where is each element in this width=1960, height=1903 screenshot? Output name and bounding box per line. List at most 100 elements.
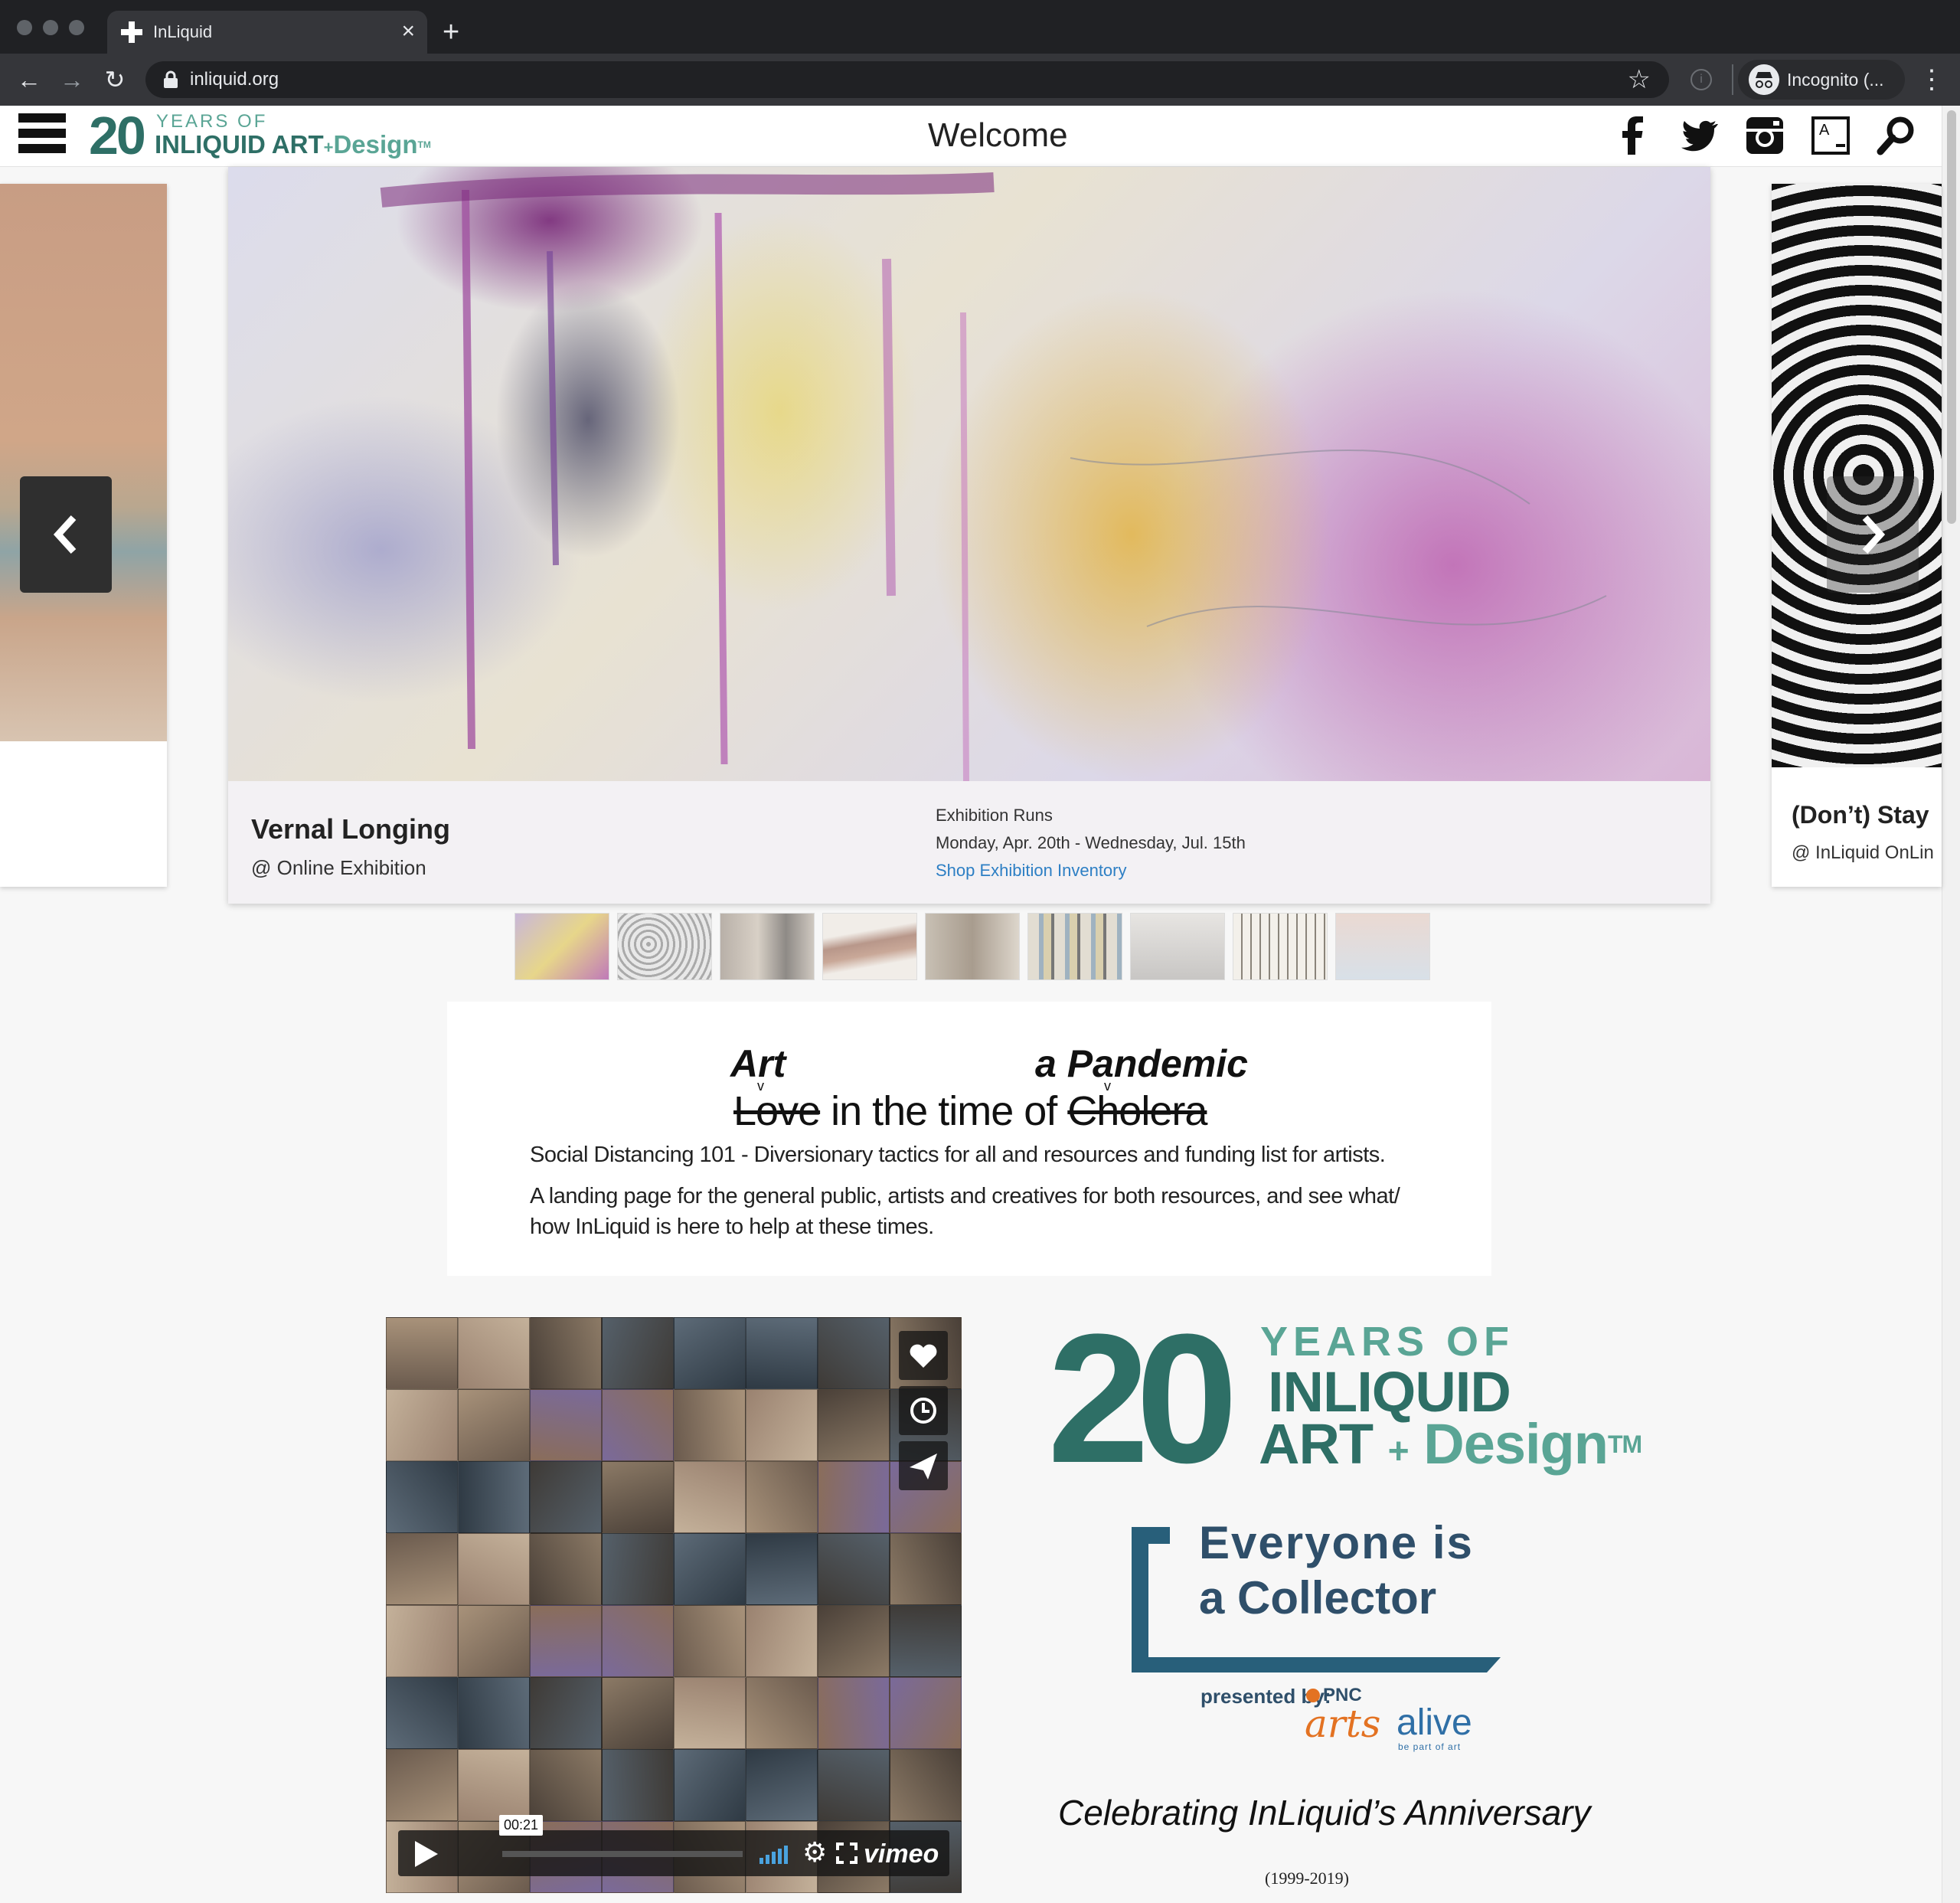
artwork-image	[1772, 184, 1942, 767]
collage-photo	[530, 1749, 602, 1821]
window-controls[interactable]	[17, 20, 84, 35]
collage-photo	[530, 1605, 602, 1677]
chevron-right-icon	[1862, 515, 1886, 554]
lock-icon	[164, 70, 178, 88]
collage-photo	[530, 1533, 602, 1605]
reload-icon[interactable]: ↻	[100, 64, 130, 95]
star-icon[interactable]: ☆	[1628, 64, 1651, 95]
shop-inventory-link[interactable]: Shop Exhibition Inventory	[936, 861, 1127, 881]
favicon-icon	[121, 21, 142, 43]
logo-design: Design	[333, 130, 418, 159]
carousel-thumbnail[interactable]	[822, 913, 917, 980]
tab-title: InLiquid	[153, 22, 213, 41]
back-icon[interactable]: ←	[14, 64, 44, 95]
carousel-thumbnail[interactable]	[617, 913, 712, 980]
carousel-thumbnails	[514, 913, 1430, 980]
collage-photo	[818, 1605, 890, 1677]
next-exhibition-venue: @ InLiquid OnLin	[1792, 842, 1934, 863]
incognito-icon	[1749, 64, 1779, 95]
collage-photo	[818, 1533, 890, 1605]
minimize-window-dot[interactable]	[43, 20, 58, 35]
collage-photo	[818, 1461, 890, 1533]
carousel-thumbnail[interactable]	[514, 913, 609, 980]
like-button[interactable]	[899, 1331, 948, 1380]
anniversary-plus: +	[1387, 1431, 1410, 1472]
logo-plus: +	[323, 138, 334, 157]
carousel-thumbnail[interactable]	[1027, 913, 1122, 980]
collage-photo	[458, 1317, 530, 1389]
watch-later-button[interactable]	[899, 1386, 948, 1435]
send-icon	[910, 1453, 937, 1480]
headline-a-pandemic: a Pandemic	[1035, 1042, 1248, 1085]
carousel-thumbnail[interactable]	[925, 913, 1020, 980]
collage-photo	[818, 1677, 890, 1749]
next-exhibition-title[interactable]: (Don’t) Stay	[1792, 801, 1929, 829]
drip-marks	[380, 172, 1607, 781]
anniversary-art-design: ART + DesignTM	[1259, 1415, 1642, 1481]
headline-line: Love in the time of Cholera	[733, 1087, 1207, 1135]
anniversary-years-range: (1999-2019)	[1265, 1869, 1349, 1888]
collage-photo	[602, 1749, 674, 1821]
collage-photo	[674, 1677, 746, 1749]
facebook-icon[interactable]	[1612, 115, 1654, 156]
page-title: Welcome	[928, 116, 1068, 154]
exhibition-title[interactable]: Vernal Longing	[251, 813, 450, 845]
collage-photo	[530, 1389, 602, 1461]
extension-icon[interactable]: i	[1690, 69, 1712, 90]
artsy-icon[interactable]: A	[1810, 115, 1851, 156]
profile-label: Incognito (...	[1787, 70, 1884, 90]
url-text[interactable]: inliquid.org	[190, 69, 279, 90]
fullscreen-icon[interactable]	[836, 1843, 858, 1864]
collage-photo	[458, 1461, 530, 1533]
collector-line-2: a Collector	[1199, 1572, 1437, 1623]
video-progress-bar[interactable]	[502, 1851, 743, 1857]
anniversary-art: ART	[1259, 1412, 1374, 1476]
collage-photo	[890, 1677, 962, 1749]
play-icon[interactable]	[415, 1841, 438, 1867]
scrollbar-thumb[interactable]	[1947, 110, 1956, 524]
browser-tab[interactable]: InLiquid ×	[107, 11, 427, 54]
new-tab-button[interactable]: +	[443, 15, 459, 49]
clock-icon	[910, 1398, 936, 1424]
carousel-thumbnail[interactable]	[1335, 913, 1430, 980]
collage-photo	[746, 1389, 818, 1461]
collage-photo	[674, 1533, 746, 1605]
carousel-prev-button[interactable]	[20, 476, 112, 593]
carousel-slide-current[interactable]: Vernal Longing @ Online Exhibition Exhib…	[228, 167, 1710, 904]
anniversary-number: 20	[1047, 1296, 1238, 1501]
chevron-left-icon	[53, 515, 77, 554]
vimeo-video-player[interactable]: 00:21 ⚙ vimeo	[386, 1317, 962, 1893]
collage-photo	[386, 1317, 458, 1389]
collage-photo	[458, 1677, 530, 1749]
collage-photo	[530, 1317, 602, 1389]
artwork-image	[228, 167, 1710, 781]
pandemic-banner[interactable]: Art a Pandemic v v Love in the time of C…	[447, 1002, 1491, 1276]
close-window-dot[interactable]	[17, 20, 32, 35]
collage-photo	[602, 1389, 674, 1461]
incognito-profile-button[interactable]: Incognito (...	[1738, 60, 1905, 100]
maximize-window-dot[interactable]	[69, 20, 84, 35]
instagram-icon[interactable]	[1744, 115, 1785, 156]
search-icon[interactable]	[1876, 115, 1917, 156]
collage-photo	[818, 1389, 890, 1461]
page-scrollbar[interactable]	[1942, 106, 1960, 1903]
carousel-thumbnail[interactable]	[1130, 913, 1225, 980]
carousel-next-button[interactable]	[1827, 476, 1919, 593]
address-bar[interactable]: inliquid.org ☆	[145, 61, 1669, 98]
vimeo-logo[interactable]: vimeo	[864, 1839, 939, 1869]
collage-photo	[386, 1389, 458, 1461]
kebab-menu-icon[interactable]: ⋮	[1919, 61, 1945, 98]
carousel-thumbnail[interactable]	[1233, 913, 1328, 980]
share-button[interactable]	[899, 1441, 948, 1490]
settings-icon[interactable]: ⚙	[802, 1836, 827, 1869]
collage-photo	[746, 1461, 818, 1533]
volume-icon[interactable]	[758, 1843, 793, 1865]
carousel-thumbnail[interactable]	[720, 913, 815, 980]
forward-icon[interactable]: →	[57, 64, 87, 95]
twitter-icon[interactable]	[1678, 115, 1720, 156]
collage-photo	[674, 1317, 746, 1389]
tab-close-button[interactable]: ×	[401, 18, 415, 45]
collage-photo	[458, 1605, 530, 1677]
collage-photo	[674, 1749, 746, 1821]
hamburger-menu-icon[interactable]	[18, 113, 66, 158]
